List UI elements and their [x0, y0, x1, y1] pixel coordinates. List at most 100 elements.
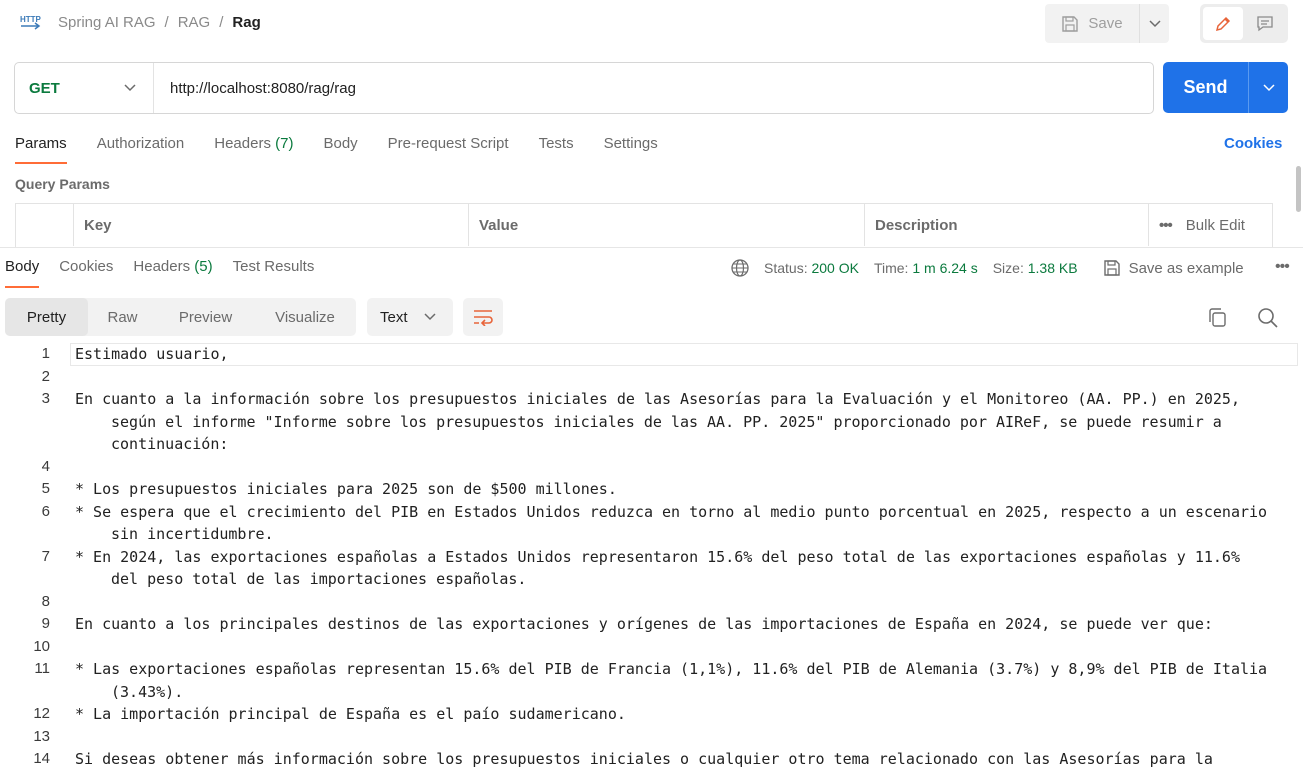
- send-options-button[interactable]: [1248, 62, 1288, 113]
- code-line: 9 En cuanto a los principales destinos de…: [0, 613, 1303, 636]
- format-label: Text: [380, 308, 408, 326]
- copy-icon[interactable]: [1205, 305, 1231, 331]
- breadcrumb-separator: /: [219, 14, 224, 31]
- code-line: 3 En cuanto a la información sobre los pr…: [0, 388, 1303, 456]
- method-select[interactable]: GET: [15, 63, 154, 113]
- tab-headers-count: (7): [275, 135, 294, 152]
- breadcrumb-folder[interactable]: RAG: [178, 14, 211, 31]
- code-line: 2: [0, 366, 1303, 389]
- response-divider[interactable]: [0, 247, 1303, 248]
- url-bar: GET: [14, 62, 1154, 114]
- wrap-lines-button[interactable]: [463, 298, 503, 336]
- mode-toggle: [1200, 4, 1288, 43]
- http-request-icon: HTTP: [20, 15, 42, 30]
- code-line: 12 * La importación principal de España e…: [0, 703, 1303, 726]
- breadcrumb-separator: /: [164, 14, 169, 31]
- url-input[interactable]: [154, 64, 1153, 112]
- bulk-edit-button[interactable]: Bulk Edit: [1186, 217, 1245, 234]
- top-bar: HTTP Spring AI RAG / RAG / Rag Save: [0, 0, 1303, 48]
- code-line-text: * En 2024, las exportaciones españolas a…: [75, 547, 1249, 589]
- comments-mode-button[interactable]: [1245, 7, 1285, 40]
- chevron-down-icon: [423, 313, 436, 321]
- code-line: 7 * En 2024, las exportaciones españolas …: [0, 546, 1303, 591]
- breadcrumb-collection[interactable]: Spring AI RAG: [58, 14, 156, 31]
- edit-mode-button[interactable]: [1203, 7, 1243, 40]
- format-select[interactable]: Text: [367, 298, 453, 336]
- search-icon[interactable]: [1255, 305, 1281, 331]
- code-line: 5 * Los presupuestos iniciales para 2025 …: [0, 478, 1303, 501]
- code-line: 11 * Las exportaciones españolas represen…: [0, 658, 1303, 703]
- line-number: 8: [41, 592, 50, 610]
- code-line: 4: [0, 456, 1303, 479]
- response-tab-cookies[interactable]: Cookies: [59, 258, 113, 288]
- code-line-text: En cuanto a los principales destinos de …: [75, 615, 1213, 633]
- tab-headers[interactable]: Headers (7): [214, 133, 293, 163]
- chevron-down-icon: [124, 84, 136, 92]
- code-lines: 1 Estimado usuario, 2 3 En cuanto a la infor…: [0, 343, 1303, 771]
- response-tab-body[interactable]: Body: [5, 258, 40, 288]
- line-number: 10: [33, 637, 50, 655]
- tab-prerequest-script[interactable]: Pre-request Script: [388, 133, 509, 163]
- cookies-link[interactable]: Cookies: [1224, 135, 1282, 152]
- column-description: Description: [865, 204, 1149, 246]
- request-tabs: Params Authorization Headers (7) Body Pr…: [15, 133, 658, 164]
- response-tab-headers-count: (5): [194, 258, 213, 275]
- query-params-table: Key Value Description ••• Bulk Edit: [15, 203, 1273, 247]
- column-value: Value: [469, 204, 865, 246]
- response-tab-headers[interactable]: Headers (5): [133, 258, 212, 288]
- tab-authorization[interactable]: Authorization: [97, 133, 185, 163]
- tab-headers-label: Headers: [214, 135, 271, 152]
- save-icon: [1062, 15, 1079, 32]
- size-value: 1.38 KB: [1027, 260, 1078, 276]
- response-tab-headers-label: Headers: [133, 258, 191, 275]
- response-more-options-icon[interactable]: •••: [1275, 258, 1290, 276]
- response-time[interactable]: Time: 1 m 6.24 s: [874, 260, 978, 276]
- more-options-icon[interactable]: •••: [1159, 217, 1173, 234]
- view-mode-group: Pretty Raw Preview Visualize: [5, 298, 356, 336]
- tab-settings[interactable]: Settings: [604, 133, 658, 163]
- save-as-example-label: Save as example: [1128, 259, 1244, 277]
- save-label: Save: [1088, 15, 1123, 32]
- send-button-group: Send: [1163, 62, 1288, 113]
- response-body-editor[interactable]: 1 Estimado usuario, 2 3 En cuanto a la infor…: [0, 343, 1303, 776]
- code-line-text: Estimado usuario,: [75, 345, 229, 363]
- response-tab-test-results[interactable]: Test Results: [233, 258, 315, 288]
- line-number: 1: [41, 345, 50, 362]
- save-options-button[interactable]: [1139, 4, 1169, 43]
- save-button[interactable]: Save: [1045, 4, 1139, 43]
- send-button[interactable]: Send: [1163, 62, 1248, 113]
- response-size[interactable]: Size: 1.38 KB: [993, 260, 1078, 276]
- code-line: 14 Si deseas obtener más información sobr…: [0, 748, 1303, 771]
- view-pretty-button[interactable]: Pretty: [5, 298, 88, 336]
- tab-params[interactable]: Params: [15, 133, 67, 164]
- code-line-text: * Las exportaciones españolas representa…: [75, 660, 1277, 701]
- code-line-text: En cuanto a la información sobre los pre…: [75, 390, 1249, 453]
- view-preview-button[interactable]: Preview: [157, 298, 254, 336]
- chevron-down-icon: [1262, 83, 1275, 91]
- view-raw-button[interactable]: Raw: [88, 298, 157, 336]
- tab-tests[interactable]: Tests: [539, 133, 574, 163]
- row-checkbox-column: [16, 204, 74, 246]
- scrollbar-thumb[interactable]: [1296, 166, 1301, 212]
- breadcrumb-request[interactable]: Rag: [232, 14, 260, 31]
- line-number: 13: [33, 727, 50, 745]
- save-button-group: Save: [1045, 4, 1169, 43]
- code-line: 8: [0, 591, 1303, 614]
- response-tabs: Body Cookies Headers (5) Test Results: [5, 258, 314, 288]
- line-number: 6: [41, 502, 50, 520]
- status-badge[interactable]: Status: 200 OK: [764, 260, 859, 276]
- view-visualize-button[interactable]: Visualize: [254, 298, 356, 336]
- chevron-down-icon: [1148, 19, 1161, 27]
- size-label: Size:: [992, 260, 1024, 276]
- globe-icon[interactable]: [730, 258, 750, 278]
- save-as-example-button[interactable]: Save as example: [1103, 259, 1244, 277]
- code-line-text: * Se espera que el crecimiento del PIB e…: [75, 502, 1277, 544]
- line-number: 12: [33, 705, 50, 722]
- code-line: 1 Estimado usuario,: [0, 343, 1303, 366]
- line-number: 9: [41, 615, 50, 632]
- code-line-text: * La importación principal de España es …: [75, 705, 626, 723]
- line-number: 3: [41, 390, 50, 407]
- tab-body[interactable]: Body: [323, 133, 357, 163]
- query-params-title: Query Params: [15, 176, 110, 192]
- line-number: 5: [41, 480, 50, 497]
